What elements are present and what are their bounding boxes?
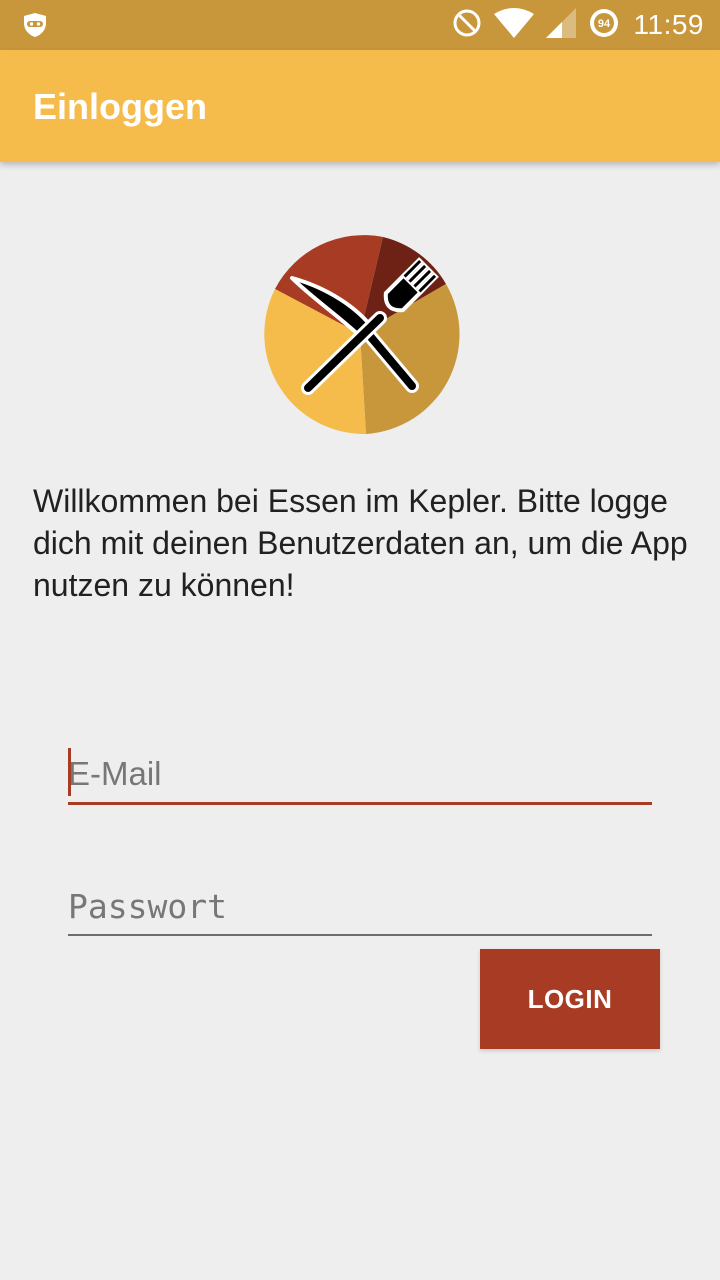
status-icons: 94 11:59 (452, 0, 705, 50)
do-not-disturb-icon (452, 8, 482, 43)
page-title: Einloggen (33, 86, 207, 127)
app-bar: Einloggen (0, 50, 720, 162)
fork-knife-icon (264, 235, 460, 435)
app-logo (260, 234, 460, 435)
cell-signal-icon (545, 7, 576, 43)
ninja-mode-icon (22, 12, 48, 38)
password-field[interactable] (68, 878, 652, 934)
login-button[interactable]: LOGIN (480, 949, 660, 1049)
svg-text:94: 94 (597, 18, 610, 30)
clock: 11:59 (633, 9, 704, 40)
email-field-container (68, 746, 652, 805)
text-cursor (68, 748, 71, 796)
wifi-icon (493, 7, 534, 43)
status-bar: 94 11:59 (0, 0, 720, 50)
welcome-text: Willkommen bei Essen im Kepler. Bitte lo… (33, 483, 688, 603)
password-field-container (68, 878, 652, 936)
email-field[interactable] (68, 746, 652, 802)
battery-icon: 94 (588, 7, 620, 44)
